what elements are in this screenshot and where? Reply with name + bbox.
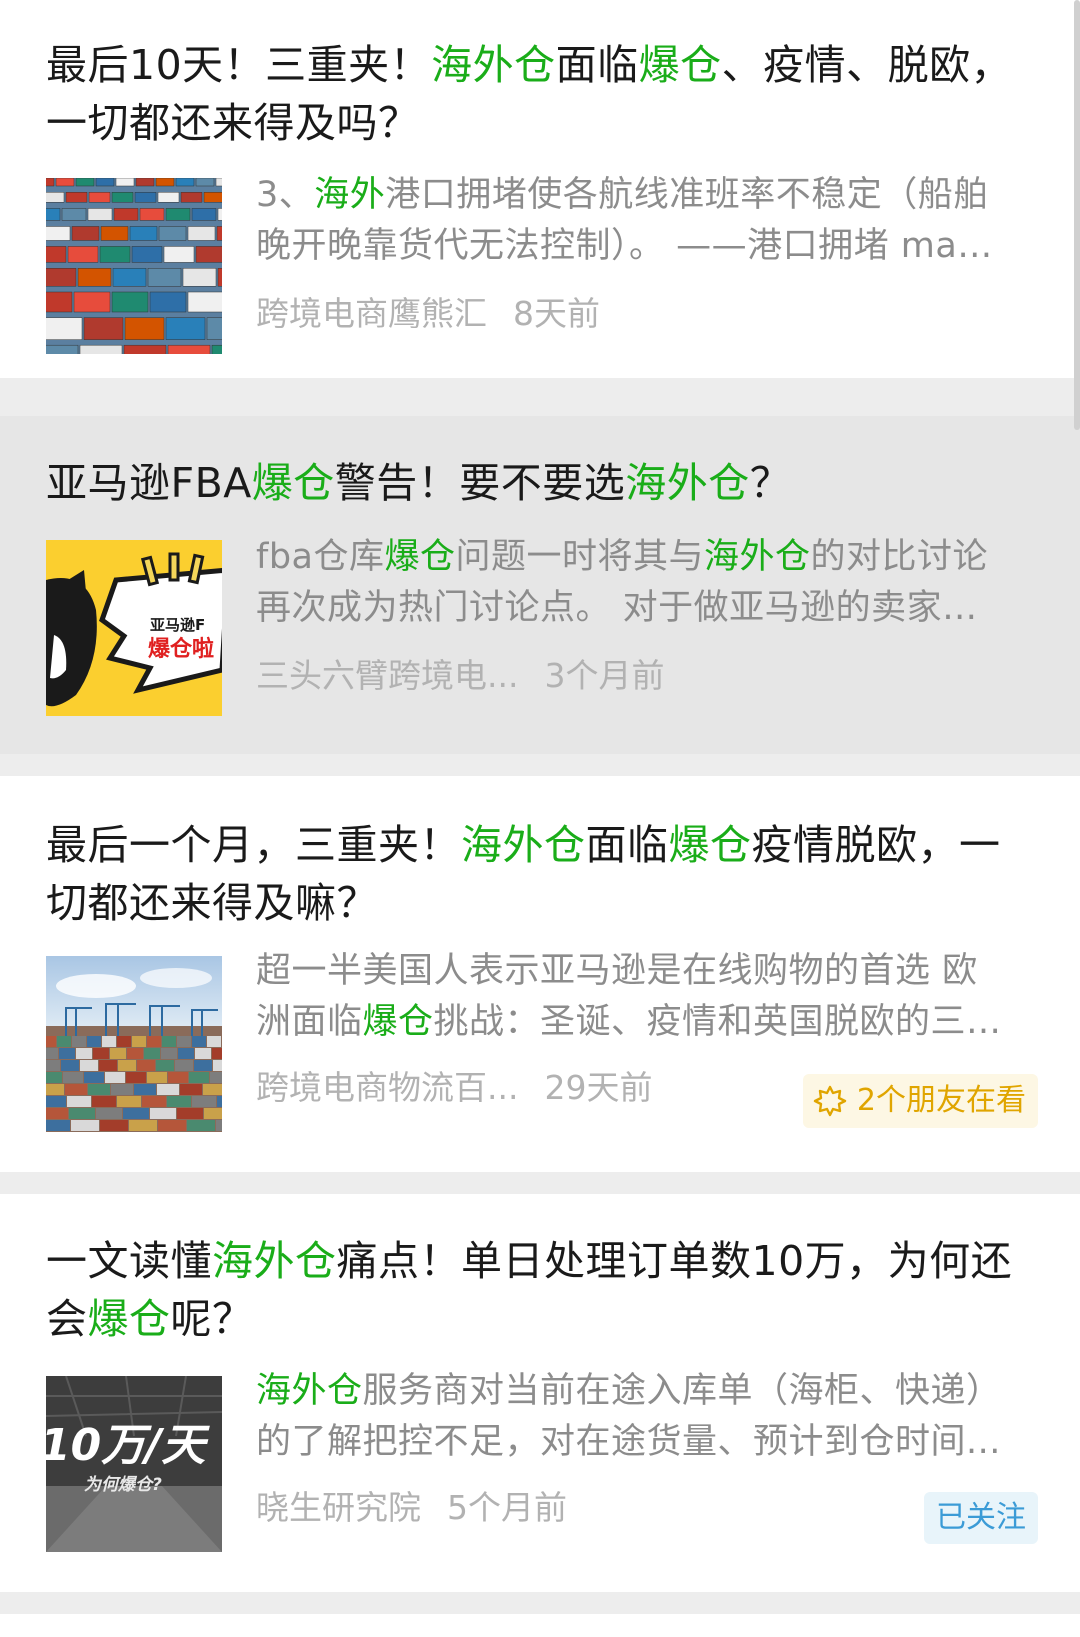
title-text: 最后10天！三重夹！ <box>46 41 432 89</box>
result-meta: 跨境电商鹰熊汇 8天前 <box>256 294 600 334</box>
snippet-text: fba仓库 <box>256 537 385 577</box>
search-results-feed: 最后10天！三重夹！海外仓面临爆仓、疫情、脱欧，一切都还来得及吗？ 3、海外港口… <box>0 0 1080 1637</box>
snippet-text: 洲面临 <box>256 1002 363 1042</box>
scrollbar[interactable] <box>1074 0 1080 430</box>
thumb-caption-1: 10万/天 <box>46 1420 210 1471</box>
port-cranes-image <box>46 956 222 1132</box>
title-keyword-highlight: 爆仓 <box>251 459 335 507</box>
snippet-text: 问题一时将其与 <box>455 537 705 577</box>
title-text: 亚马逊FBA <box>46 459 252 507</box>
thumbnail-warehouse[interactable]: 10万/天 为何爆仓? <box>46 1376 222 1552</box>
title-text: 呢？ <box>170 1295 254 1343</box>
snippet-text: 再次成为热门讨论点。 对于做亚马逊的卖家… <box>256 588 978 628</box>
snippet-text: 3、 <box>256 175 315 215</box>
snippet-text: 服务商对当前在途入库单（海柜、快递） <box>362 1371 1002 1411</box>
result-card-5-partial[interactable] <box>0 1614 1080 1637</box>
fba-warning-cartoon-image: 亚马逊F 爆仓啦 <box>46 540 222 716</box>
source-name[interactable]: 三头六臂跨境电... <box>256 656 518 695</box>
snippet-line: fba仓库爆仓问题一时将其与海外仓的对比讨论 <box>256 532 1038 583</box>
wow-star-icon <box>813 1085 847 1117</box>
snippet-keyword-highlight: 海外仓 <box>256 1371 363 1411</box>
title-text: ？ <box>749 459 792 507</box>
title-text: 面临 <box>585 821 669 869</box>
snippet-line: 的了解把控不足，对在途货量、预计到仓时间... <box>256 1417 1038 1468</box>
publish-time: 8天前 <box>513 294 600 333</box>
source-name[interactable]: 跨境电商鹰熊汇 <box>256 294 487 333</box>
result-meta: 晓生研究院 5个月前 <box>256 1488 567 1528</box>
warehouse-image: 10万/天 为何爆仓? <box>46 1376 222 1552</box>
snippet-keyword-highlight: 爆仓 <box>384 537 456 577</box>
publish-time: 5个月前 <box>447 1488 567 1527</box>
snippet-line: 3、海外港口拥堵使各航线准班率不稳定（船舶 <box>256 170 1038 221</box>
publish-time: 29天前 <box>544 1068 653 1107</box>
followed-badge[interactable]: 已关注 <box>924 1492 1038 1544</box>
title-keyword-highlight: 爆仓 <box>638 41 722 89</box>
title-keyword-highlight: 海外仓 <box>625 459 750 507</box>
title-text: 警告！要不要选 <box>334 459 626 507</box>
result-snippet: fba仓库爆仓问题一时将其与海外仓的对比讨论再次成为热门讨论点。 对于做亚马逊的… <box>256 532 1038 634</box>
thumb-caption-2: 为何爆仓? <box>84 1475 162 1495</box>
thumb-caption-1: 亚马逊F <box>150 616 205 634</box>
snippet-line: 洲面临爆仓挑战：圣诞、疫情和英国脱欧的三… <box>256 997 1038 1048</box>
title-text: 一文读懂 <box>46 1237 212 1285</box>
result-meta: 跨境电商物流百... 29天前 <box>256 1068 652 1108</box>
result-snippet: 超一半美国人表示亚马逊是在线购物的首选 欧洲面临爆仓挑战：圣诞、疫情和英国脱欧的… <box>256 946 1038 1048</box>
title-keyword-highlight: 海外仓 <box>212 1237 337 1285</box>
source-name[interactable]: 跨境电商物流百... <box>256 1068 518 1107</box>
shipping-containers-image <box>46 178 222 354</box>
result-snippet: 海外仓服务商对当前在途入库单（海柜、快递） 的了解把控不足，对在途货量、预计到仓时… <box>256 1366 1038 1468</box>
title-keyword-highlight: 爆仓 <box>668 821 752 869</box>
result-card-4[interactable]: 一文读懂海外仓痛点！单日处理订单数10万，为何还会爆仓呢？ 10万/天 为何爆仓… <box>0 1194 1080 1592</box>
result-card-2[interactable]: 亚马逊FBA爆仓警告！要不要选海外仓？ 亚马逊F 爆仓啦 fba仓库爆仓问题一时… <box>0 416 1080 754</box>
thumb-caption-2: 爆仓啦 <box>148 636 214 662</box>
title-keyword-highlight: 海外仓 <box>461 821 586 869</box>
thumbnail-fba-warning[interactable]: 亚马逊F 爆仓啦 <box>46 540 222 716</box>
snippet-line: 超一半美国人表示亚马逊是在线购物的首选 欧 <box>256 946 1038 997</box>
publish-time: 3个月前 <box>544 656 665 695</box>
snippet-text: 超一半美国人表示亚马逊是在线购物的首选 欧 <box>256 951 978 991</box>
result-meta: 三头六臂跨境电... 3个月前 <box>256 656 664 696</box>
title-keyword-highlight: 海外仓 <box>431 41 556 89</box>
result-title[interactable]: 最后一个月，三重夹！海外仓面临爆仓疫情脱欧，一切都还来得及嘛？ <box>46 816 1036 932</box>
friends-watching-badge[interactable]: 2个朋友在看 <box>802 1074 1038 1128</box>
snippet-text: 挑战：圣诞、疫情和英国脱欧的三… <box>433 1002 1002 1042</box>
snippet-line: 海外仓服务商对当前在途入库单（海柜、快递） <box>256 1366 1038 1417</box>
snippet-text: 的了解把控不足，对在途货量、预计到仓时间... <box>256 1422 1001 1462</box>
result-title[interactable]: 一文读懂海外仓痛点！单日处理订单数10万，为何还会爆仓呢？ <box>46 1232 1036 1348</box>
friends-watching-label: 2个朋友在看 <box>856 1083 1026 1118</box>
snippet-text: 的对比讨论 <box>810 537 989 577</box>
snippet-keyword-highlight: 爆仓 <box>362 1002 434 1042</box>
snippet-keyword-highlight: 海外 <box>314 175 386 215</box>
thumbnail-port[interactable] <box>46 956 222 1132</box>
snippet-keyword-highlight: 海外仓 <box>704 537 811 577</box>
result-title[interactable]: 最后10天！三重夹！海外仓面临爆仓、疫情、脱欧，一切都还来得及吗？ <box>46 36 1036 152</box>
result-title[interactable]: 亚马逊FBA爆仓警告！要不要选海外仓？ <box>46 454 1036 512</box>
result-snippet: 3、海外港口拥堵使各航线准班率不稳定（船舶晚开晚靠货代无法控制）。 ——港口拥堵… <box>256 170 1038 272</box>
result-card-1[interactable]: 最后10天！三重夹！海外仓面临爆仓、疫情、脱欧，一切都还来得及吗？ 3、海外港口… <box>0 0 1080 378</box>
snippet-text: 晚开晚靠货代无法控制）。 ——港口拥堵 ma… <box>256 226 993 266</box>
title-text: 面临 <box>555 41 639 89</box>
thumbnail-shipping-containers[interactable] <box>46 178 222 354</box>
snippet-line: 晚开晚靠货代无法控制）。 ——港口拥堵 ma… <box>256 221 1038 272</box>
result-card-3[interactable]: 最后一个月，三重夹！海外仓面临爆仓疫情脱欧，一切都还来得及嘛？ 超一半美国人表示… <box>0 776 1080 1172</box>
source-name[interactable]: 晓生研究院 <box>256 1488 421 1527</box>
title-keyword-highlight: 爆仓 <box>87 1295 171 1343</box>
title-text: 最后一个月，三重夹！ <box>46 821 461 869</box>
snippet-text: 港口拥堵使各航线准班率不稳定（船舶 <box>385 175 989 215</box>
snippet-line: 再次成为热门讨论点。 对于做亚马逊的卖家… <box>256 583 1038 634</box>
